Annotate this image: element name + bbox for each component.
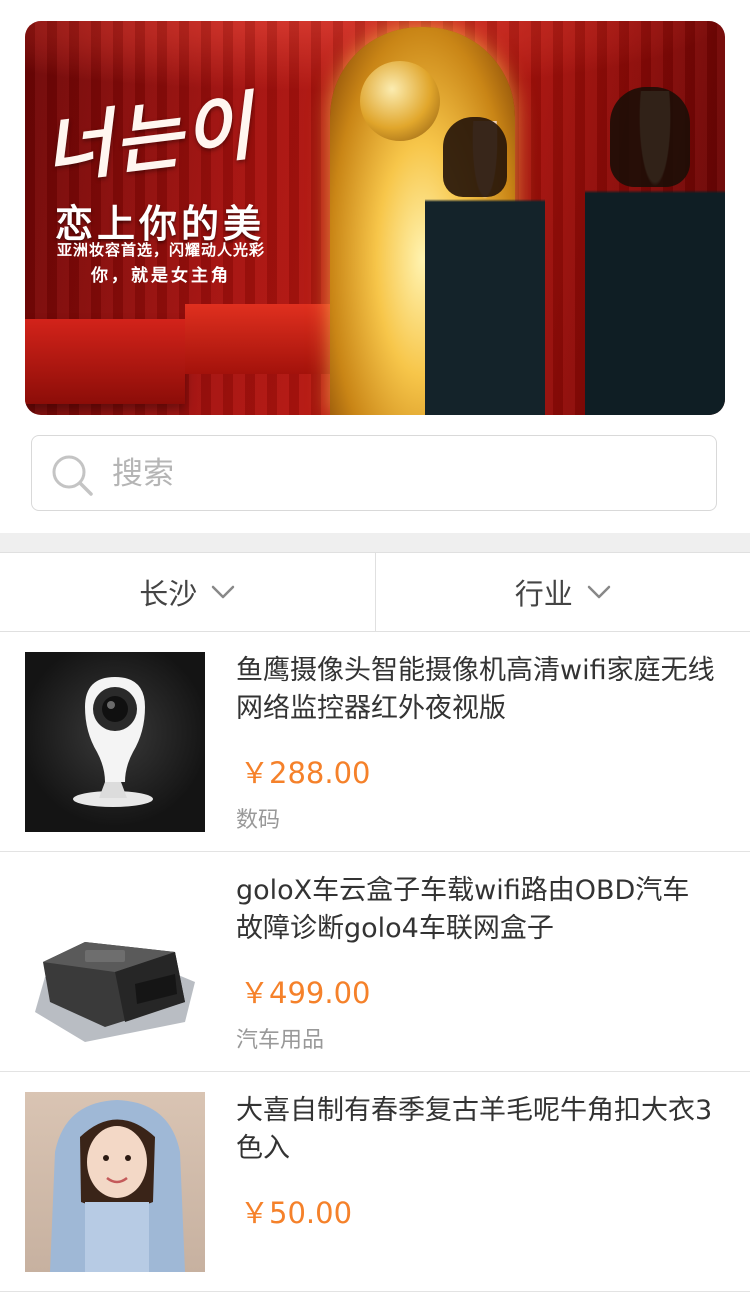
product-title: goloX车云盒子车载wifi路由OBD汽车故障诊断golo4车联网盒子 bbox=[236, 872, 716, 948]
chevron-down-icon bbox=[587, 584, 611, 600]
search-icon bbox=[50, 453, 94, 497]
filter-industry-dropdown[interactable]: 行业 bbox=[375, 553, 750, 631]
product-title: 大喜自制有春季复古羊毛呢牛角扣大衣3色入 bbox=[236, 1092, 716, 1168]
search-box[interactable] bbox=[31, 435, 717, 511]
search-input[interactable] bbox=[110, 450, 694, 498]
banner-subline-1: 亚洲妆容首选，闪耀动人光彩 bbox=[57, 239, 265, 260]
banner-model-right-hair bbox=[610, 87, 690, 187]
product-title: 鱼鹰摄像头智能摄像机高清wifi家庭无线网络监控器红外夜视版 bbox=[236, 652, 716, 728]
camera-illustration bbox=[25, 652, 205, 832]
filter-city-label: 长沙 bbox=[139, 571, 197, 613]
product-item[interactable]: goloX车云盒子车载wifi路由OBD汽车故障诊断golo4车联网盒子 ￥49… bbox=[0, 852, 750, 1072]
product-price: ￥50.00 bbox=[240, 1190, 352, 1232]
product-price: ￥499.00 bbox=[240, 970, 370, 1012]
banner-subline-2: 你，就是女主角 bbox=[91, 261, 231, 286]
filter-bar: 长沙 行业 bbox=[0, 552, 750, 632]
coat-model-illustration bbox=[25, 1092, 205, 1272]
section-divider bbox=[0, 533, 750, 552]
banner-disco-ball bbox=[360, 61, 440, 141]
product-item[interactable]: 鱼鹰摄像头智能摄像机高清wifi家庭无线网络监控器红外夜视版 ￥288.00 数… bbox=[0, 632, 750, 852]
chevron-down-icon bbox=[211, 584, 235, 600]
product-image-security-camera bbox=[25, 652, 205, 832]
product-image-obd-box bbox=[25, 872, 205, 1052]
promo-banner[interactable]: 너는이 恋上你的美 亚洲妆容首选，闪耀动人光彩 你，就是女主角 bbox=[25, 21, 725, 415]
banner-cabinet-decoration bbox=[185, 304, 335, 374]
filter-city-dropdown[interactable]: 长沙 bbox=[0, 553, 375, 631]
product-image-woman-in-blue-coat bbox=[25, 1092, 205, 1272]
obd-box-illustration bbox=[25, 872, 205, 1052]
filter-industry-label: 行业 bbox=[515, 571, 573, 613]
product-category: 数码 bbox=[236, 802, 280, 834]
product-price: ￥288.00 bbox=[240, 750, 370, 792]
product-item[interactable]: 大喜自制有春季复古羊毛呢牛角扣大衣3色入 ￥50.00 bbox=[0, 1072, 750, 1292]
product-list: 鱼鹰摄像头智能摄像机高清wifi家庭无线网络监控器红外夜视版 ￥288.00 数… bbox=[0, 632, 750, 1292]
product-category: 汽车用品 bbox=[236, 1022, 324, 1054]
banner-model-left-hair bbox=[443, 117, 507, 197]
banner-sideboard-decoration bbox=[25, 319, 185, 404]
